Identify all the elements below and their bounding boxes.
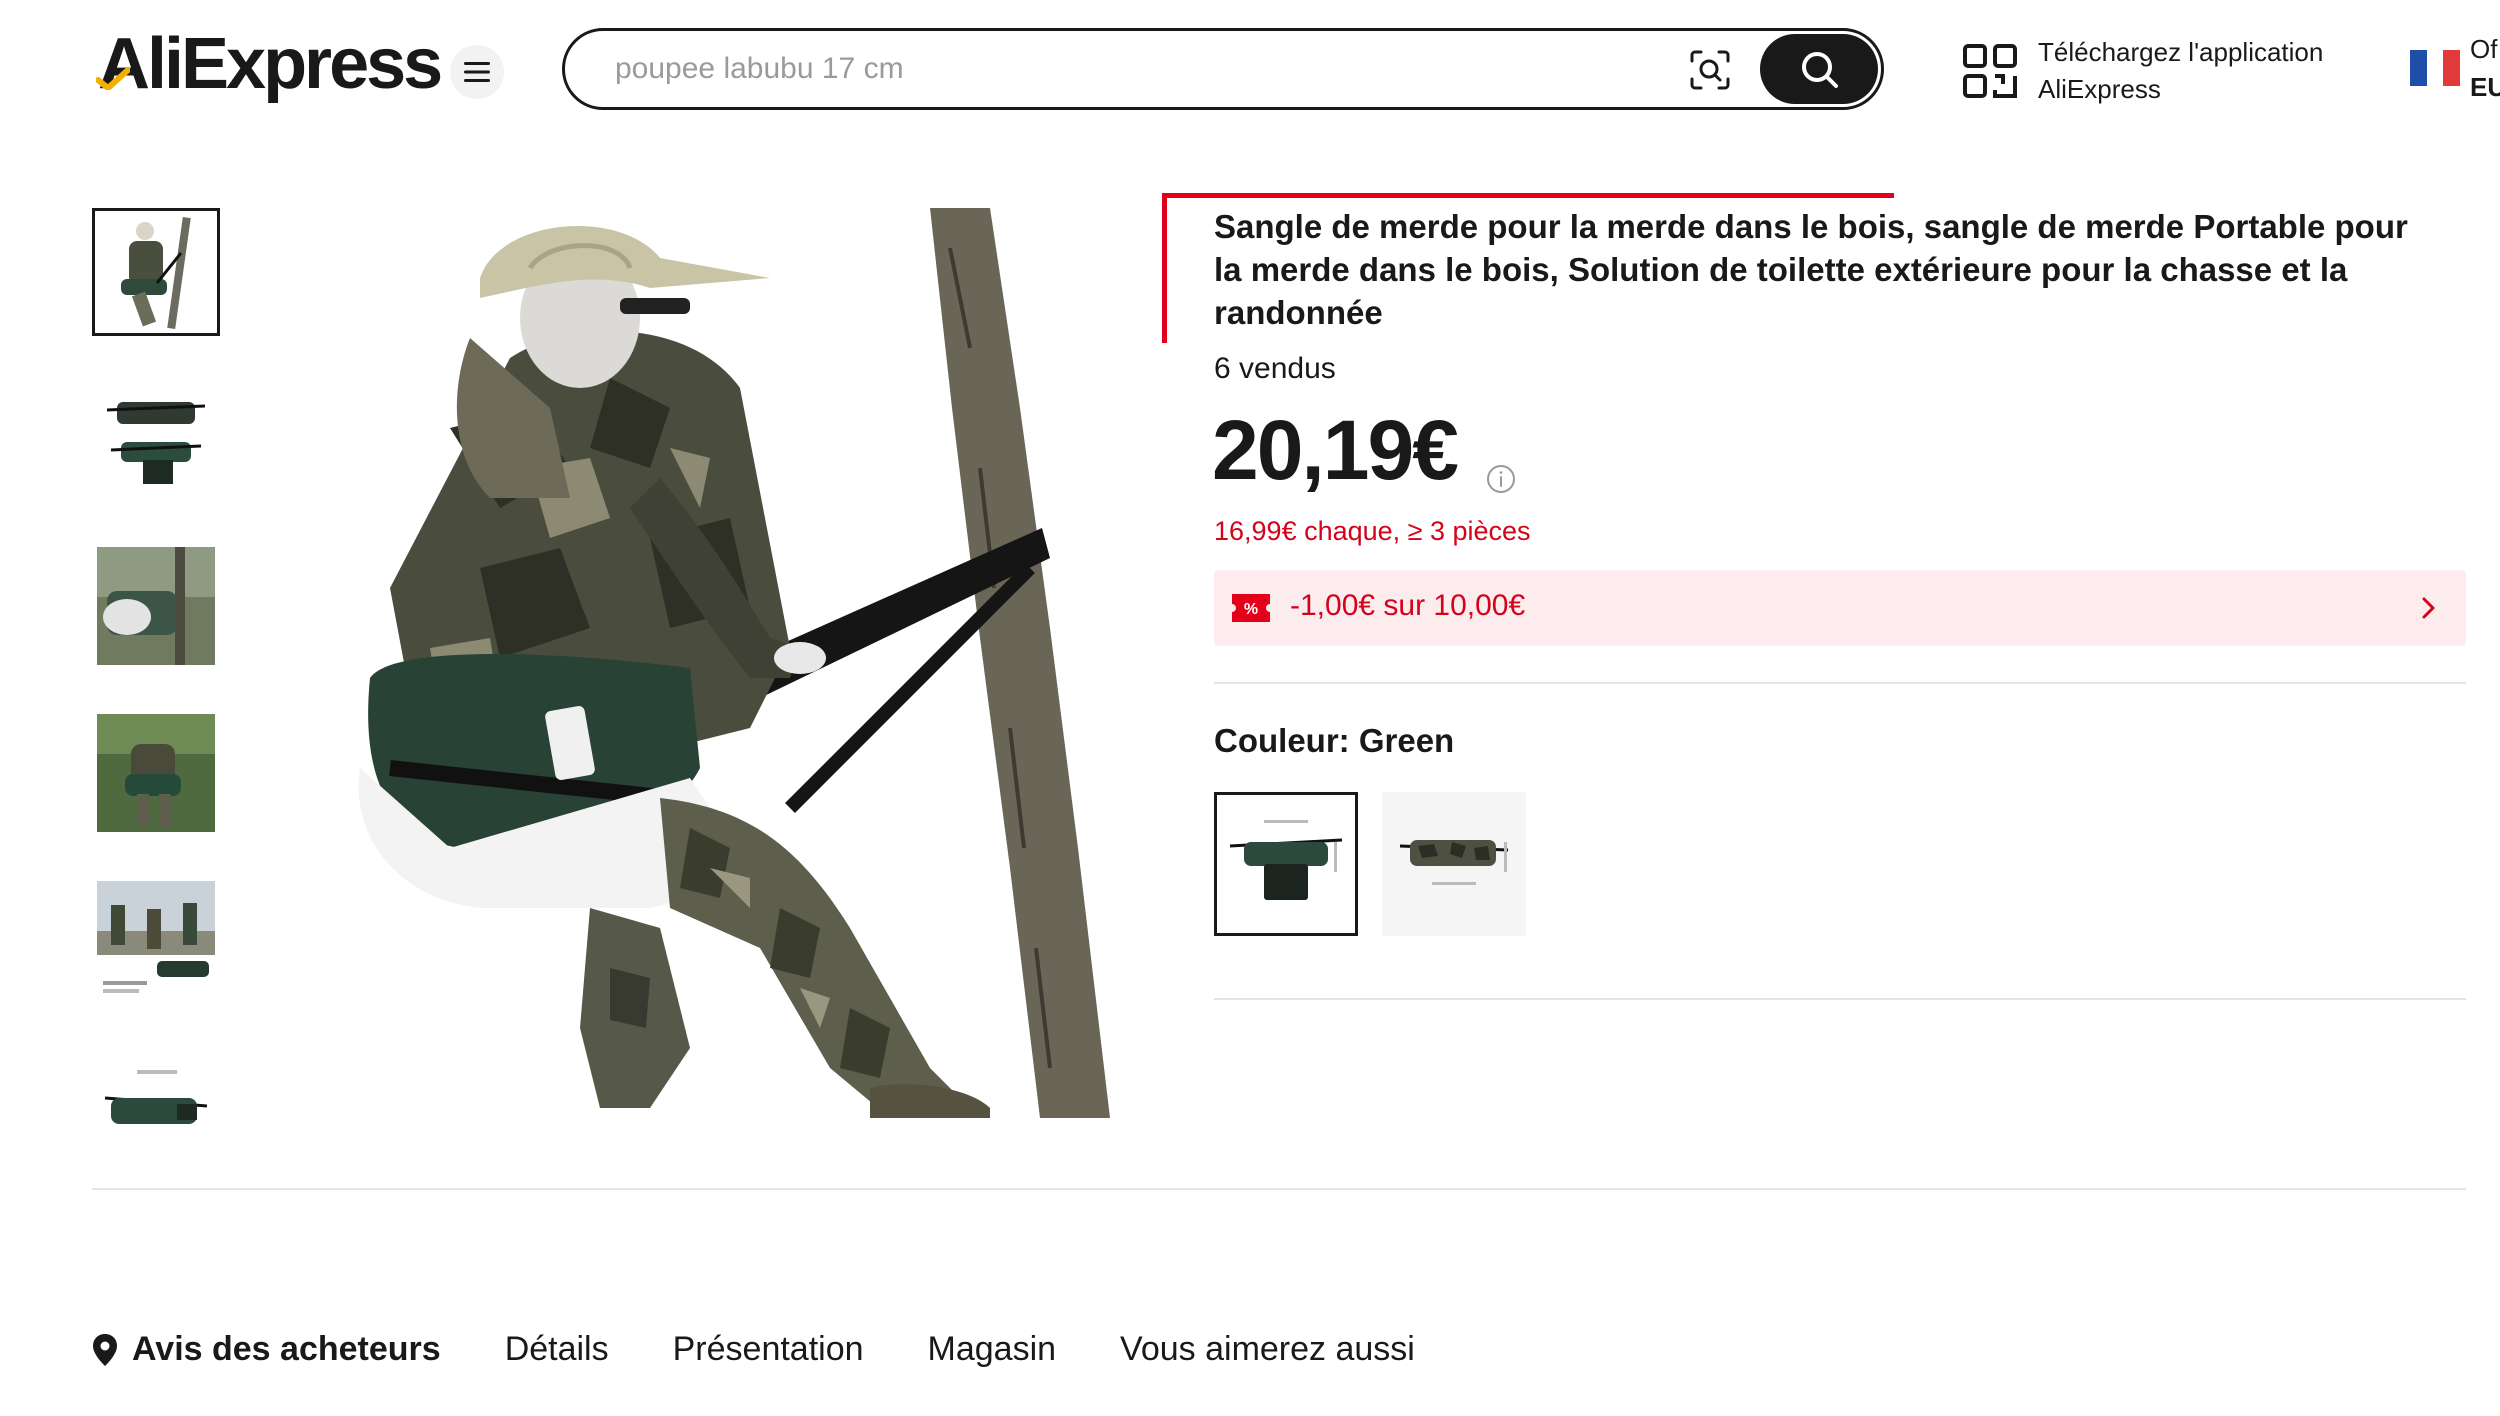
app-download-link[interactable]: Téléchargez l'application AliExpress bbox=[1962, 34, 2323, 108]
sold-count: 6 vendus bbox=[1214, 352, 1336, 385]
aliexpress-logo[interactable]: AliExpress bbox=[96, 24, 443, 104]
france-flag-icon[interactable] bbox=[2410, 50, 2461, 86]
thumbnail[interactable] bbox=[92, 876, 220, 1004]
coupon-icon: % bbox=[1232, 594, 1270, 622]
locale-line2: EU bbox=[2470, 72, 2500, 102]
locale-selector[interactable]: Of EU bbox=[2470, 30, 2500, 106]
qr-code-icon bbox=[1963, 44, 2017, 98]
product-photo-thumbnail bbox=[97, 1048, 215, 1166]
color-option-camo[interactable] bbox=[1382, 792, 1526, 936]
divider bbox=[1214, 998, 2466, 1000]
info-icon[interactable] bbox=[1485, 463, 1517, 495]
color-label: Couleur: Green bbox=[1214, 722, 1455, 759]
annotation-mark-left bbox=[1162, 193, 1167, 343]
thumbnail[interactable] bbox=[92, 208, 220, 336]
logo-tick-icon bbox=[96, 68, 130, 90]
product-photo-thumbnail bbox=[97, 714, 215, 832]
tab-recommendations[interactable]: Vous aimerez aussi bbox=[1120, 1330, 1415, 1369]
image-search-button[interactable] bbox=[1685, 45, 1735, 95]
location-pin-icon bbox=[93, 1333, 117, 1366]
product-title: Sangle de merde pour la merde dans le bo… bbox=[1214, 208, 2408, 331]
tab-store-label: Magasin bbox=[927, 1330, 1057, 1368]
divider bbox=[92, 1188, 2466, 1190]
magnifier-icon bbox=[1802, 52, 1838, 88]
tab-details[interactable]: Détails bbox=[505, 1330, 609, 1369]
tab-presentation-label: Présentation bbox=[672, 1330, 864, 1368]
logo-text: AliExpress bbox=[98, 24, 443, 104]
tab-recommendations-label: Vous aimerez aussi bbox=[1120, 1330, 1415, 1368]
hamburger-icon bbox=[464, 62, 490, 82]
thumbnail[interactable] bbox=[92, 375, 220, 503]
app-download-line2: AliExpress bbox=[2038, 74, 2161, 104]
divider bbox=[1214, 682, 2466, 684]
section-tabs: Avis des acheteurs Détails Présentation … bbox=[92, 1330, 1479, 1369]
tab-reviews[interactable]: Avis des acheteurs bbox=[92, 1330, 441, 1369]
tab-reviews-label: Avis des acheteurs bbox=[132, 1330, 441, 1368]
tab-store[interactable]: Magasin bbox=[928, 1330, 1057, 1369]
coupon-text: -1,00€ sur 10,00€ bbox=[1290, 589, 1526, 622]
main-product-image[interactable] bbox=[330, 208, 1130, 1118]
app-download-line1: Téléchargez l'application bbox=[2038, 37, 2324, 67]
product-photo-thumbnail bbox=[97, 881, 215, 999]
search-input[interactable] bbox=[615, 47, 1615, 91]
image-search-icon bbox=[1690, 50, 1730, 90]
chevron-right-icon bbox=[2422, 597, 2435, 619]
search-bar bbox=[562, 28, 1884, 110]
camo-variant-image bbox=[1392, 802, 1516, 926]
search-button[interactable] bbox=[1760, 34, 1878, 104]
tab-details-label: Détails bbox=[504, 1330, 609, 1368]
product-photo-thumbnail bbox=[97, 547, 215, 665]
green-variant-image bbox=[1224, 802, 1348, 926]
product-photo-thumbnail bbox=[97, 213, 215, 331]
app-download-text: Téléchargez l'application AliExpress bbox=[2038, 34, 2323, 108]
coupon-banner[interactable]: % -1,00€ sur 10,00€ bbox=[1214, 570, 2466, 646]
thumbnail[interactable] bbox=[92, 1043, 220, 1171]
color-option-green[interactable] bbox=[1214, 792, 1358, 936]
thumbnail[interactable] bbox=[92, 709, 220, 837]
tab-presentation[interactable]: Présentation bbox=[673, 1330, 864, 1369]
menu-button[interactable] bbox=[450, 45, 504, 99]
product-photo-thumbnail bbox=[97, 380, 215, 498]
bulk-price: 16,99€ chaque, ≥ 3 pièces bbox=[1214, 516, 1531, 546]
locale-line1: Of bbox=[2470, 34, 2498, 64]
coupon-badge-text: % bbox=[1244, 601, 1258, 618]
annotation-mark-top bbox=[1162, 193, 1894, 198]
product-price: 20,19€ bbox=[1212, 403, 1459, 497]
thumbnail[interactable] bbox=[92, 542, 220, 670]
